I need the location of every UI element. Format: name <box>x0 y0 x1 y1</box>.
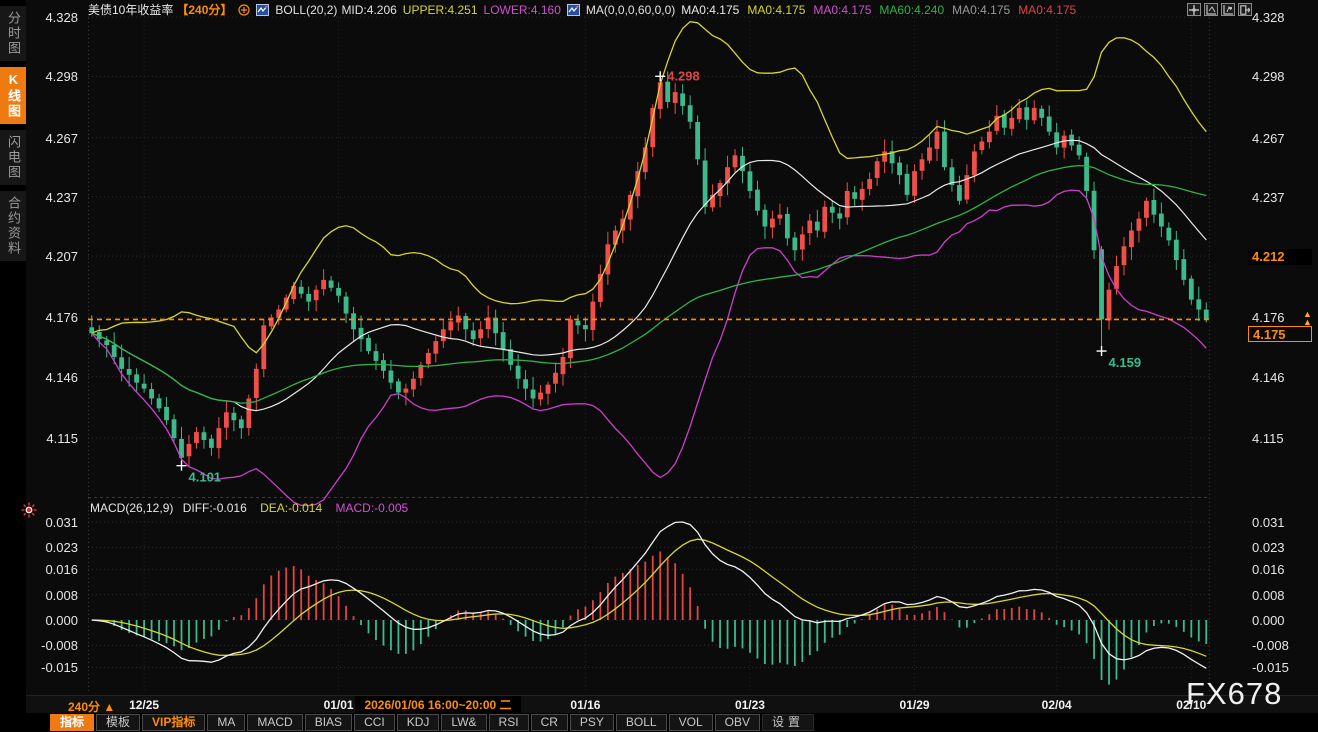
ma-label: MA(0,0,0,60,0,0) <box>586 3 675 17</box>
time-tick: 12/25 <box>129 698 159 712</box>
boll-upper-value: UPPER:4.251 <box>403 3 478 17</box>
price-tick-right: 4.115 <box>1252 431 1316 446</box>
macd-dea-value: DEA:-0.014 <box>260 501 322 515</box>
hovered-bar-time-label: 2026/01/06 16:00~20:00 二 <box>355 696 521 714</box>
macd-tick-right: 0.023 <box>1252 540 1316 555</box>
axis-scale-right-icon[interactable] <box>1221 3 1235 16</box>
indicator-button-设置[interactable]: 设置 <box>762 714 814 731</box>
ma-values: MA0:4.175 MA0:4.175 MA0:4.175 MA60:4.240 MA0… <box>681 3 1084 17</box>
ma-chart-icon[interactable] <box>567 4 580 16</box>
exit-fullscreen-icon[interactable] <box>1238 3 1252 16</box>
ma-value: MA0:4.175 <box>1018 3 1076 17</box>
price-tick-right: 4.328 <box>1252 10 1316 25</box>
price-tick-right: 4.298 <box>1252 69 1316 84</box>
macd-params-label: MACD(26,12,9) <box>90 501 173 515</box>
time-tick: 01/16 <box>570 698 600 712</box>
svg-text:4.159: 4.159 <box>1109 355 1142 370</box>
ma-value: MA0:4.175 <box>681 3 739 17</box>
axis-scale-left-icon[interactable] <box>1204 3 1218 16</box>
sidebar: 分时图 K线图 闪电图 合约资料 <box>0 0 26 732</box>
watermark: FX678 <box>1186 676 1282 712</box>
macd-header: MACD(26,12,9) DIFF:-0.016 DEA:-0.014 MAC… <box>90 501 408 515</box>
indicator-button-LW&[interactable]: LW& <box>441 714 486 731</box>
indicator-button-PSY[interactable]: PSY <box>570 714 614 731</box>
macd-tick-right: 0.008 <box>1252 588 1316 603</box>
sidebar-tab-lightning[interactable]: 闪电图 <box>0 130 26 185</box>
sidebar-tab-timeline[interactable]: 分时图 <box>0 6 26 61</box>
live-indicator-icon <box>21 502 37 518</box>
indicator-button-OBV[interactable]: OBV <box>715 714 760 731</box>
indicator-button-RSI[interactable]: RSI <box>489 714 529 731</box>
ma-value: MA60:4.240 <box>879 3 944 17</box>
window-tools <box>1187 3 1252 16</box>
time-tick: 02/04 <box>1042 698 1072 712</box>
indicator-button-BIAS[interactable]: BIAS <box>305 714 352 731</box>
ma-value: MA0:4.175 <box>747 3 805 17</box>
ma-last-value-label: 4.212 <box>1248 249 1312 265</box>
indicator-button-MACD[interactable]: MACD <box>247 714 302 731</box>
boll-mid-value: MID:4.206 <box>341 3 396 17</box>
price-tick-right: 4.146 <box>1252 370 1316 385</box>
indicator-button-BOLL[interactable]: BOLL <box>616 714 667 731</box>
indicator-button-指标[interactable]: 指标 <box>50 714 94 731</box>
ma-value: MA0:4.175 <box>952 3 1010 17</box>
price-tick-right: 4.237 <box>1252 190 1316 205</box>
chart-app: 分时图 K线图 闪电图 合约资料 美债10年收益率 【240分】 BOLL(20… <box>0 0 1318 732</box>
time-tick: 01/01 <box>324 698 354 712</box>
period-badge: 【240分】 <box>176 1 232 18</box>
current-price-label: 4.175 <box>1248 326 1312 342</box>
ma-value: MA0:4.175 <box>813 3 871 17</box>
indicator-toolbar: 指标模板VIP指标MAMACDBIASCCIKDJLW&RSICRPSYBOLL… <box>26 713 1318 732</box>
boll-lower-value: LOWER:4.160 <box>484 3 561 17</box>
time-axis[interactable]: 240分 ▲ 12/2501/0101/1601/2301/2902/0402/… <box>26 695 1318 713</box>
boll-label: BOLL(20,2) <box>275 3 337 17</box>
macd-tick-right: 0.031 <box>1252 515 1316 530</box>
macd-tick-right: -0.008 <box>1252 638 1316 653</box>
indicator-button-CCI[interactable]: CCI <box>354 714 395 731</box>
crosshair-tool-icon[interactable] <box>1187 3 1201 16</box>
indicator-button-MA[interactable]: MA <box>207 714 245 731</box>
boll-chart-icon[interactable] <box>256 4 269 16</box>
time-tick: 01/29 <box>900 698 930 712</box>
header: 美债10年收益率 【240分】 BOLL(20,2) MID:4.206 UPP… <box>88 2 1084 17</box>
indicator-button-CR[interactable]: CR <box>531 714 568 731</box>
price-arrow-icon: ▲▲ <box>1303 310 1312 326</box>
sidebar-tab-kline[interactable]: K线图 <box>0 67 26 124</box>
macd-macd-value: MACD:-0.005 <box>335 501 408 515</box>
indicator-button-KDJ[interactable]: KDJ <box>397 714 440 731</box>
indicator-button-VOL[interactable]: VOL <box>669 714 713 731</box>
svg-text:4.298: 4.298 <box>667 68 700 83</box>
price-tick-right: 4.267 <box>1252 131 1316 146</box>
macd-diff-value: DIFF:-0.016 <box>183 501 247 515</box>
macd-tick-right: 0.000 <box>1252 613 1316 628</box>
svg-text:4.101: 4.101 <box>189 470 222 485</box>
indicator-button-VIP指标[interactable]: VIP指标 <box>142 714 205 731</box>
macd-tick-right: 0.016 <box>1252 562 1316 577</box>
sidebar-tab-contract-info[interactable]: 合约资料 <box>0 191 26 261</box>
page-title: 美债10年收益率 <box>88 1 173 18</box>
macd-tick-right: -0.015 <box>1252 660 1316 675</box>
plot-area[interactable]: 4.298 4.101 4.159 <box>88 0 1210 697</box>
indicator-button-模板[interactable]: 模板 <box>96 714 140 731</box>
time-tick: 01/23 <box>735 698 765 712</box>
add-indicator-icon[interactable] <box>238 4 250 16</box>
